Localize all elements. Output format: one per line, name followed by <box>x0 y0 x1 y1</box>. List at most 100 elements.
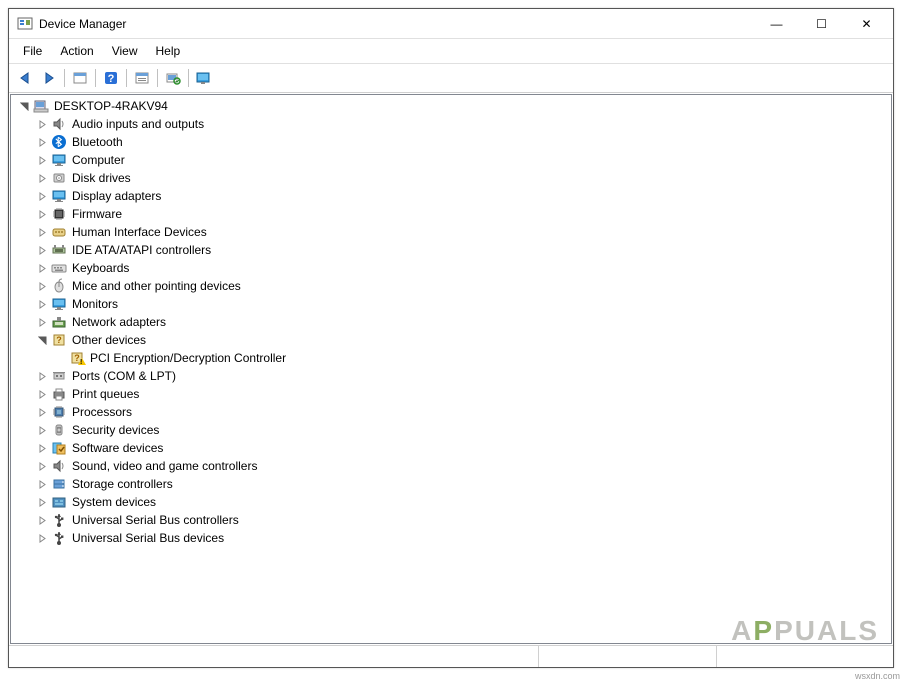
tree-node[interactable]: Print queues <box>35 385 891 403</box>
panel-icon <box>72 70 88 86</box>
tree-node-label: Processors <box>70 404 134 420</box>
expand-icon[interactable] <box>35 117 49 131</box>
toolbar-separator <box>188 69 189 87</box>
tree-node[interactable]: Universal Serial Bus devices <box>35 529 891 547</box>
expand-icon[interactable] <box>35 495 49 509</box>
tree-node-label: Ports (COM & LPT) <box>70 368 178 384</box>
app-icon <box>17 16 33 32</box>
monitor-icon <box>51 296 67 312</box>
expand-icon[interactable] <box>35 189 49 203</box>
computer-icon <box>33 98 49 114</box>
tree-node[interactable]: Audio inputs and outputs <box>35 115 891 133</box>
hid-icon <box>51 224 67 240</box>
expand-icon[interactable] <box>35 441 49 455</box>
keyboard-icon <box>51 260 67 276</box>
expand-icon[interactable] <box>35 369 49 383</box>
port-icon <box>51 368 67 384</box>
expand-icon[interactable] <box>35 135 49 149</box>
window-frame: Device Manager — ☐ ✕ File Action View He… <box>8 8 894 668</box>
window-title: Device Manager <box>39 17 754 31</box>
tree-node[interactable]: Universal Serial Bus controllers <box>35 511 891 529</box>
tree-node[interactable]: Software devices <box>35 439 891 457</box>
watermark: APPUALS <box>731 615 879 644</box>
tree-node-label: Human Interface Devices <box>70 224 209 240</box>
tree-node-label: Keyboards <box>70 260 131 276</box>
expand-icon[interactable] <box>35 387 49 401</box>
menu-help[interactable]: Help <box>148 41 189 61</box>
tree-node[interactable]: Keyboards <box>35 259 891 277</box>
tree-node[interactable]: Mice and other pointing devices <box>35 277 891 295</box>
expand-icon[interactable] <box>35 297 49 311</box>
status-cell <box>9 646 538 667</box>
expand-icon[interactable] <box>35 261 49 275</box>
tree-node-label: DESKTOP-4RAKV94 <box>52 98 170 114</box>
tree-node[interactable]: Network adapters <box>35 313 891 331</box>
tree-panel[interactable]: DESKTOP-4RAKV94Audio inputs and outputsB… <box>10 94 892 644</box>
tree-node[interactable]: Firmware <box>35 205 891 223</box>
back-button[interactable] <box>13 67 37 89</box>
tree-node-label: Sound, video and game controllers <box>70 458 259 474</box>
expand-icon[interactable] <box>35 171 49 185</box>
cpu-icon <box>51 404 67 420</box>
tree-node[interactable]: PCI Encryption/Decryption Controller <box>53 349 891 367</box>
tree-node[interactable]: DESKTOP-4RAKV94 <box>17 97 891 115</box>
show-hidden-button[interactable] <box>68 67 92 89</box>
tree-node-label: Bluetooth <box>70 134 125 150</box>
panel2-icon <box>134 70 150 86</box>
expand-icon[interactable] <box>35 225 49 239</box>
storage-icon <box>51 476 67 492</box>
expand-icon[interactable] <box>35 153 49 167</box>
expand-icon[interactable] <box>35 459 49 473</box>
tree-node[interactable]: Computer <box>35 151 891 169</box>
expand-icon[interactable] <box>35 513 49 527</box>
tree-node[interactable]: Monitors <box>35 295 891 313</box>
expand-icon[interactable] <box>35 531 49 545</box>
properties-button[interactable] <box>130 67 154 89</box>
tree-node-label: IDE ATA/ATAPI controllers <box>70 242 213 258</box>
tree-node[interactable]: Bluetooth <box>35 133 891 151</box>
tree-node[interactable]: Other devices <box>35 331 891 349</box>
status-cell <box>716 646 893 667</box>
expand-icon[interactable] <box>35 315 49 329</box>
svg-text:?: ? <box>108 73 115 85</box>
monitor-icon <box>51 188 67 204</box>
expand-icon[interactable] <box>35 243 49 257</box>
tree-node[interactable]: IDE ATA/ATAPI controllers <box>35 241 891 259</box>
tree-node[interactable]: Security devices <box>35 421 891 439</box>
tree-node-label: Firmware <box>70 206 124 222</box>
tree-node[interactable]: Ports (COM & LPT) <box>35 367 891 385</box>
tree-node[interactable]: System devices <box>35 493 891 511</box>
tree-node[interactable]: Display adapters <box>35 187 891 205</box>
tree-node[interactable]: Storage controllers <box>35 475 891 493</box>
minimize-button[interactable]: — <box>754 10 799 38</box>
tree-node-label: PCI Encryption/Decryption Controller <box>88 350 288 366</box>
collapse-icon[interactable] <box>35 333 49 347</box>
menu-file[interactable]: File <box>15 41 50 61</box>
expand-icon[interactable] <box>35 423 49 437</box>
status-cell <box>538 646 715 667</box>
forward-button[interactable] <box>37 67 61 89</box>
titlebar[interactable]: Device Manager — ☐ ✕ <box>9 9 893 39</box>
close-button[interactable]: ✕ <box>844 10 889 38</box>
tree-node[interactable]: Sound, video and game controllers <box>35 457 891 475</box>
tree-node[interactable]: Disk drives <box>35 169 891 187</box>
tree-node[interactable]: Processors <box>35 403 891 421</box>
expand-icon[interactable] <box>35 279 49 293</box>
tree-node[interactable]: Human Interface Devices <box>35 223 891 241</box>
update-driver-button[interactable] <box>192 67 216 89</box>
status-bar <box>9 645 893 667</box>
menu-view[interactable]: View <box>104 41 146 61</box>
collapse-icon[interactable] <box>17 99 31 113</box>
arrow-right-icon <box>41 70 57 86</box>
expand-icon[interactable] <box>35 405 49 419</box>
tree-node-label: Other devices <box>70 332 148 348</box>
expand-icon[interactable] <box>35 477 49 491</box>
maximize-button[interactable]: ☐ <box>799 10 844 38</box>
other-icon <box>51 332 67 348</box>
scan-button[interactable] <box>161 67 185 89</box>
software-icon <box>51 440 67 456</box>
menu-action[interactable]: Action <box>52 41 101 61</box>
tree-node-label: Monitors <box>70 296 120 312</box>
expand-icon[interactable] <box>35 207 49 221</box>
help-button[interactable]: ? <box>99 67 123 89</box>
